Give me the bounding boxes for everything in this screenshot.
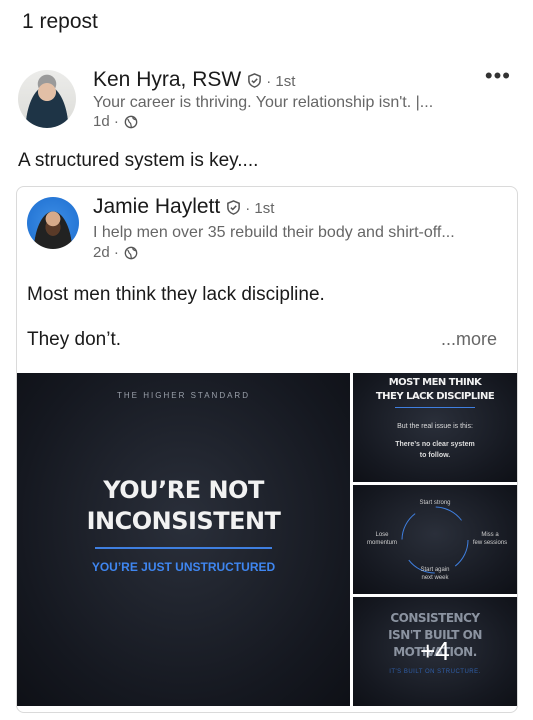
globe-icon <box>124 115 138 129</box>
cycle-right-line1: Miss a <box>481 532 499 538</box>
slide2-divider <box>395 407 475 408</box>
gallery-image-main[interactable]: THE HIGHER STANDARD YOU’RE NOT INCONSIST… <box>17 373 350 706</box>
verified-shield-icon <box>227 200 241 215</box>
gallery-image-2[interactable]: MOST MEN THINK THEY LACK DISCIPLINE But … <box>353 373 517 482</box>
post-text-line1: Most men think they lack discipline. <box>27 284 325 305</box>
repost-count-title: 1 repost <box>22 10 98 33</box>
more-images-count[interactable]: +4 <box>353 597 517 706</box>
cycle-right-line2: few sessions <box>472 540 508 546</box>
repost-page: 1 repost Ken Hyra, RSW · 1st Your career … <box>0 0 533 720</box>
reposter-header[interactable]: Ken Hyra, RSW · 1st Your career is thrivi… <box>18 68 518 132</box>
author-name-line[interactable]: Jamie Haylett · 1st <box>93 195 274 219</box>
reposter-headline: Your career is thriving. Your relationsh… <box>93 94 434 111</box>
author-time: 2d · <box>93 244 119 261</box>
author-name[interactable]: Jamie Haylett <box>93 195 220 218</box>
author-degree: · 1st <box>245 200 275 217</box>
original-post-card[interactable]: Jamie Haylett · 1st I help men over 35 re… <box>16 186 518 713</box>
slide2-title-line1: MOST MEN THINK <box>388 377 482 388</box>
reposter-degree: · 1st <box>266 73 296 90</box>
reposter-time: 1d · <box>93 113 119 130</box>
reposter-meta: 1d · <box>93 113 138 130</box>
slide2-line3: to follow. <box>419 452 451 459</box>
reposter-name[interactable]: Ken Hyra, RSW <box>93 68 241 91</box>
cycle-top: Start strong <box>419 500 451 506</box>
main-title-line1: YOU’RE NOT <box>103 476 264 504</box>
reposter-avatar[interactable] <box>18 70 76 128</box>
more-options-icon[interactable]: ••• <box>485 65 511 87</box>
gallery-image-3[interactable]: Start strong Miss a few sessions Start a… <box>353 485 517 594</box>
slide2-line1: But the real issue is this: <box>397 423 473 430</box>
image-gallery[interactable]: THE HIGHER STANDARD YOU’RE NOT INCONSIST… <box>17 373 517 712</box>
cycle-bottom-line1: Start again <box>420 567 450 573</box>
main-subtitle: YOU’RE JUST UNSTRUCTURED <box>91 560 276 574</box>
main-kicker: THE HIGHER STANDARD <box>117 391 250 400</box>
main-title-line2: INCONSISTENT <box>86 507 281 535</box>
post-text-line2: They don’t. <box>27 329 121 350</box>
gallery-image-4[interactable]: CONSISTENCY ISN'T BUILT ON MOTIVATION. I… <box>353 597 517 706</box>
slide2-title-line2: THEY LACK DISCIPLINE <box>375 391 495 402</box>
author-headline: I help men over 35 rebuild their body an… <box>93 224 455 241</box>
reposter-name-line[interactable]: Ken Hyra, RSW · 1st <box>93 68 295 92</box>
verified-shield-icon <box>248 73 262 88</box>
cycle-bottom-line2: next week <box>421 575 449 581</box>
globe-icon <box>124 246 138 260</box>
repost-comment: A structured system is key.... <box>18 150 259 171</box>
slide2-line2: There’s no clear system <box>395 441 475 448</box>
main-divider <box>95 547 272 549</box>
author-meta: 2d · <box>93 244 138 261</box>
author-avatar[interactable] <box>27 197 79 249</box>
see-more-link[interactable]: ...more <box>441 329 497 350</box>
cycle-left-line1: Lose <box>375 532 389 538</box>
cycle-left-line2: momentum <box>366 540 397 546</box>
